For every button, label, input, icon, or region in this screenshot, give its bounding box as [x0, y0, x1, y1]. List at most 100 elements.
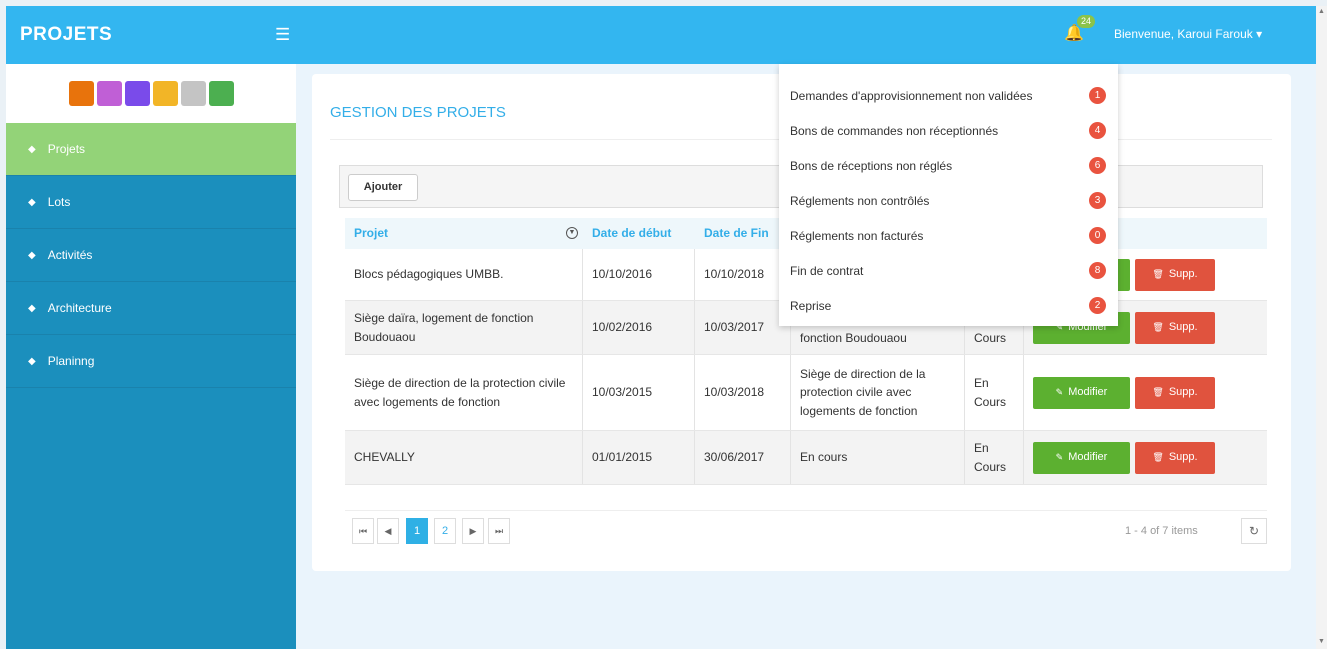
- delete-label: Supp.: [1168, 385, 1198, 398]
- cell-desc: En cours: [791, 431, 965, 484]
- trash-icon: 🗑: [1152, 386, 1164, 397]
- page-scrollbar[interactable]: [1316, 6, 1327, 649]
- grid-pager: ⏮ ◀ 1 2 ▶ ⏭ 1 - 4 of 7 items ↻: [345, 510, 1267, 548]
- notification-badge: 6: [1089, 157, 1106, 174]
- last-page-button[interactable]: ⏭: [488, 518, 510, 544]
- notification-item[interactable]: Réglements non contrôlés 3: [779, 183, 1118, 218]
- scroll-down-icon[interactable]: ▼: [1318, 638, 1325, 645]
- notification-item[interactable]: Demandes d'approvisionnement non validée…: [779, 78, 1118, 113]
- swatch-pink[interactable]: [96, 81, 122, 106]
- refresh-icon[interactable]: ↻: [1241, 518, 1267, 544]
- notification-item[interactable]: Réglements non facturés 0: [779, 218, 1118, 253]
- column-header-date-debut[interactable]: Date de début: [583, 220, 695, 247]
- sidebar-item-projets[interactable]: ◆ Projets: [6, 123, 296, 176]
- notification-count-badge: 24: [1077, 15, 1096, 28]
- swatch-yellow[interactable]: [152, 81, 178, 106]
- notification-label: Fin de contrat: [790, 263, 864, 278]
- sidebar-item-activites[interactable]: ◆ Activités: [6, 229, 296, 282]
- modify-label: Modifier: [1068, 385, 1108, 398]
- notification-badge: 8: [1089, 262, 1106, 279]
- brand-title: PROJETS: [20, 24, 113, 45]
- edit-icon: ✎: [1055, 451, 1064, 462]
- next-page-button[interactable]: ▶: [462, 518, 484, 544]
- modify-button[interactable]: ✎ Modifier: [1033, 376, 1130, 409]
- cell-project: Siège daïra, logement de fonction Boudou…: [345, 301, 583, 354]
- add-button[interactable]: Ajouter: [348, 174, 418, 201]
- cell-project: Blocs pédagogiques UMBB.: [345, 249, 583, 300]
- page-button-2[interactable]: 2: [434, 518, 456, 544]
- notification-label: Bons de réceptions non réglés: [790, 158, 953, 173]
- notification-label: Réglements non contrôlés: [790, 193, 930, 208]
- notification-label: Demandes d'approvisionnement non validée…: [790, 88, 1033, 103]
- sidebar-item-label: Projets: [47, 142, 86, 156]
- theme-swatches: [6, 64, 296, 123]
- notification-label: Réglements non facturés: [790, 228, 924, 243]
- scroll-up-icon[interactable]: ▲: [1318, 8, 1325, 15]
- cell-end: 10/10/2018: [695, 249, 791, 300]
- user-menu[interactable]: Bienvenue, Karoui Farouk ▾: [1114, 27, 1262, 41]
- delete-label: Supp.: [1168, 450, 1198, 463]
- swatch-orange[interactable]: [68, 81, 94, 106]
- cell-status: En Cours: [965, 355, 1024, 430]
- cell-end: 10/03/2017: [695, 301, 791, 354]
- pager-info: 1 - 4 of 7 items: [1125, 525, 1198, 537]
- column-header-projet[interactable]: Projet: [345, 220, 583, 247]
- sidebar-item-label: Lots: [47, 195, 71, 209]
- cell-actions: ✎ Modifier 🗑 Supp.: [1024, 431, 1267, 484]
- first-page-button[interactable]: ⏮: [352, 518, 374, 544]
- table-row[interactable]: CHEVALLY 01/01/2015 30/06/2017 En cours …: [345, 431, 1267, 485]
- layers-icon: ◆: [28, 143, 36, 155]
- delete-button[interactable]: 🗑 Supp.: [1135, 311, 1215, 344]
- trash-icon: 🗑: [1152, 451, 1164, 462]
- layers-icon: ◆: [28, 196, 36, 208]
- layers-icon: ◆: [28, 249, 36, 261]
- cell-project: Siège de direction de la protection civi…: [345, 355, 583, 430]
- table-row[interactable]: Siège de direction de la protection civi…: [345, 355, 1267, 431]
- notification-item[interactable]: Fin de contrat 8: [779, 253, 1118, 288]
- cell-end: 30/06/2017: [695, 431, 791, 484]
- swatch-grey[interactable]: [180, 81, 206, 106]
- delete-button[interactable]: 🗑 Supp.: [1135, 376, 1215, 409]
- sidebar-item-lots[interactable]: ◆ Lots: [6, 176, 296, 229]
- notification-label: Reprise: [790, 298, 832, 313]
- delete-button[interactable]: 🗑 Supp.: [1135, 441, 1215, 474]
- app-frame: PROJETS ☰ 🔔 24 Bienvenue, Karoui Farouk …: [6, 6, 1316, 649]
- sidebar-item-architecture[interactable]: ◆ Architecture: [6, 282, 296, 335]
- notification-item[interactable]: Reprise 2: [779, 288, 1118, 323]
- notification-badge: 4: [1089, 122, 1106, 139]
- cell-status: En Cours: [965, 431, 1024, 484]
- filter-icon[interactable]: ▼: [566, 227, 578, 239]
- delete-label: Supp.: [1168, 320, 1198, 333]
- trash-icon: 🗑: [1152, 268, 1164, 279]
- notifications-dropdown: Demandes d'approvisionnement non validée…: [779, 64, 1118, 326]
- sidebar: ◆ Projets ◆ Lots ◆ Activités ◆ Architect…: [6, 64, 296, 649]
- cell-start: 10/03/2015: [583, 355, 695, 430]
- sidebar-item-planinng[interactable]: ◆ Planinng: [6, 335, 296, 388]
- sidebar-item-label: Activités: [47, 248, 93, 262]
- page-button-1[interactable]: 1: [406, 518, 428, 544]
- hamburger-icon[interactable]: ☰: [275, 25, 290, 45]
- sidebar-item-label: Planinng: [47, 354, 95, 368]
- notification-badge: 3: [1089, 192, 1106, 209]
- top-bar: PROJETS ☰ 🔔 24 Bienvenue, Karoui Farouk …: [6, 6, 1316, 64]
- notification-item[interactable]: Bons de commandes non réceptionnés 4: [779, 113, 1118, 148]
- swatch-green[interactable]: [208, 81, 234, 106]
- caret-down-icon: ▾: [1256, 27, 1263, 41]
- cell-end: 10/03/2018: [695, 355, 791, 430]
- column-header-date-fin[interactable]: Date de Fin: [695, 220, 791, 247]
- cell-start: 10/10/2016: [583, 249, 695, 300]
- swatch-purple[interactable]: [124, 81, 150, 106]
- notification-label: Bons de commandes non réceptionnés: [790, 123, 999, 138]
- notification-badge: 1: [1089, 87, 1106, 104]
- welcome-text: Bienvenue, Karoui Farouk: [1114, 27, 1253, 41]
- delete-label: Supp.: [1168, 267, 1198, 280]
- page-title: GESTION DES PROJETS: [330, 104, 506, 121]
- cell-project: CHEVALLY: [345, 431, 583, 484]
- edit-icon: ✎: [1055, 386, 1064, 397]
- delete-button[interactable]: 🗑 Supp.: [1135, 258, 1215, 291]
- prev-page-button[interactable]: ◀: [377, 518, 399, 544]
- notification-item[interactable]: Bons de réceptions non réglés 6: [779, 148, 1118, 183]
- modify-button[interactable]: ✎ Modifier: [1033, 441, 1130, 474]
- layers-icon: ◆: [28, 302, 36, 314]
- notification-badge: 0: [1089, 227, 1106, 244]
